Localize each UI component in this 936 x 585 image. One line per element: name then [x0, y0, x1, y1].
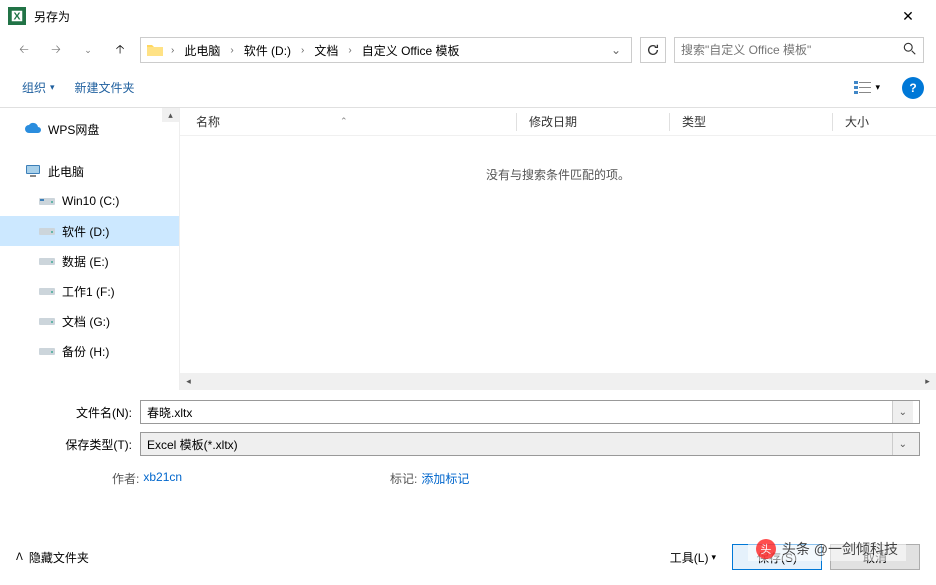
drive-icon: [38, 283, 56, 299]
forward-button[interactable]: 🡢: [44, 38, 68, 62]
window-title: 另存为: [34, 8, 888, 25]
column-name[interactable]: 名称 ⌃: [196, 113, 516, 130]
tree-item-drive-e[interactable]: 数据 (E:): [0, 246, 179, 276]
chevron-right-icon[interactable]: ›: [165, 45, 180, 56]
view-mode-button[interactable]: ▾: [848, 79, 886, 97]
navigation-bar: 🡠 🡢 ⌄ 🡡 › 此电脑 › 软件 (D:) › 文档 › 自定义 Offic…: [0, 32, 936, 68]
drive-icon: [38, 313, 56, 329]
filetype-label: 保存类型(T):: [60, 436, 140, 453]
app-icon: X: [8, 7, 26, 25]
search-icon[interactable]: [903, 42, 917, 59]
author-value[interactable]: xb21cn: [143, 470, 182, 487]
folder-icon: [145, 40, 165, 60]
main-area: ▴ WPS网盘 此电脑 Win10 (C:) 软件 (D:) 数据 (E:) 工…: [0, 108, 936, 390]
empty-message: 没有与搜索条件匹配的项。: [180, 136, 936, 213]
chevron-right-icon[interactable]: ›: [342, 45, 357, 56]
scroll-right-button[interactable]: ▸: [919, 373, 936, 390]
filename-input[interactable]: 春晓.xltx ⌄: [140, 400, 920, 424]
up-button[interactable]: 🡡: [108, 38, 132, 62]
drive-icon: [38, 343, 56, 359]
drive-icon: [38, 193, 56, 209]
new-folder-button[interactable]: 新建文件夹: [65, 75, 145, 100]
address-bar[interactable]: › 此电脑 › 软件 (D:) › 文档 › 自定义 Office 模板 ⌄: [140, 37, 632, 63]
search-box[interactable]: [674, 37, 924, 63]
tree-label: 文档 (G:): [62, 313, 110, 330]
scroll-up-button[interactable]: ▴: [162, 108, 179, 122]
column-size[interactable]: 大小: [845, 113, 936, 130]
scroll-left-button[interactable]: ◂: [180, 373, 197, 390]
watermark-text: 头条 @一剑倾科技: [782, 539, 898, 559]
filetype-select[interactable]: Excel 模板(*.xltx) ⌄: [140, 432, 920, 456]
watermark-overlay: 头 头条 @一剑倾科技: [748, 537, 906, 561]
chevron-up-icon: ᐱ: [16, 552, 23, 563]
hide-folders-button[interactable]: ᐱ 隐藏文件夹: [16, 549, 89, 566]
chevron-right-icon[interactable]: ›: [295, 45, 310, 56]
horizontal-scrollbar[interactable]: ◂ ▸: [180, 373, 936, 390]
tree-item-drive-f[interactable]: 工作1 (F:): [0, 276, 179, 306]
organize-button[interactable]: 组织 ▾: [12, 75, 65, 100]
address-dropdown[interactable]: ⌄: [605, 43, 627, 57]
toolbar: 组织 ▾ 新建文件夹 ▾ ?: [0, 68, 936, 108]
tree-label: 数据 (E:): [62, 253, 109, 270]
watermark-icon: 头: [756, 539, 776, 559]
file-list-area: 名称 ⌃ 修改日期 类型 大小 没有与搜索条件匹配的项。 ◂ ▸: [180, 108, 936, 390]
back-button[interactable]: 🡠: [12, 38, 36, 62]
tree-label: 备份 (H:): [62, 343, 109, 360]
navigation-tree: ▴ WPS网盘 此电脑 Win10 (C:) 软件 (D:) 数据 (E:) 工…: [0, 108, 180, 390]
drive-icon: [38, 223, 56, 239]
tags-label: 标记:: [390, 470, 417, 487]
cloud-icon: [24, 121, 42, 137]
tree-label: Win10 (C:): [62, 194, 119, 208]
column-modified[interactable]: 修改日期: [529, 113, 669, 130]
author-label: 作者:: [112, 470, 139, 487]
column-headers: 名称 ⌃ 修改日期 类型 大小: [180, 108, 936, 136]
tools-button[interactable]: 工具(L) ▾: [662, 545, 724, 570]
close-button[interactable]: ✕: [888, 2, 928, 30]
tree-item-drive-h[interactable]: 备份 (H:): [0, 336, 179, 366]
column-type[interactable]: 类型: [682, 113, 832, 130]
save-form: 文件名(N): 春晓.xltx ⌄ 保存类型(T): Excel 模板(*.xl…: [0, 390, 936, 497]
refresh-button[interactable]: [640, 37, 666, 63]
chevron-down-icon: ▾: [50, 82, 55, 93]
breadcrumb-item[interactable]: 此电脑: [180, 40, 224, 61]
tree-label: 软件 (D:): [62, 223, 109, 240]
sort-indicator-icon: ⌃: [340, 116, 348, 127]
titlebar: X 另存为 ✕: [0, 0, 936, 32]
filetype-dropdown[interactable]: ⌄: [892, 433, 913, 455]
chevron-right-icon[interactable]: ›: [224, 45, 239, 56]
drive-icon: [38, 253, 56, 269]
recent-dropdown[interactable]: ⌄: [76, 38, 100, 62]
breadcrumb-item[interactable]: 文档: [310, 40, 342, 61]
breadcrumb-item[interactable]: 自定义 Office 模板: [358, 40, 464, 61]
tree-label: 工作1 (F:): [62, 283, 115, 300]
tree-item-drive-g[interactable]: 文档 (G:): [0, 306, 179, 336]
tree-label: WPS网盘: [48, 121, 99, 138]
tags-value[interactable]: 添加标记: [421, 470, 469, 487]
search-input[interactable]: [681, 43, 903, 57]
pc-icon: [24, 163, 42, 179]
svg-text:X: X: [13, 11, 20, 23]
tree-item-wps[interactable]: WPS网盘: [0, 114, 179, 144]
tree-label: 此电脑: [48, 163, 84, 180]
breadcrumb: › 此电脑 › 软件 (D:) › 文档 › 自定义 Office 模板: [165, 40, 464, 61]
tree-item-this-pc[interactable]: 此电脑: [0, 156, 179, 186]
filename-dropdown[interactable]: ⌄: [892, 401, 913, 423]
details-view-icon: [854, 81, 872, 95]
help-button[interactable]: ?: [902, 77, 924, 99]
chevron-down-icon: ▾: [875, 82, 880, 93]
breadcrumb-item[interactable]: 软件 (D:): [240, 40, 295, 61]
tree-item-drive-c[interactable]: Win10 (C:): [0, 186, 179, 216]
chevron-down-icon: ▾: [711, 552, 716, 563]
tree-item-drive-d[interactable]: 软件 (D:): [0, 216, 179, 246]
filename-label: 文件名(N):: [60, 404, 140, 421]
